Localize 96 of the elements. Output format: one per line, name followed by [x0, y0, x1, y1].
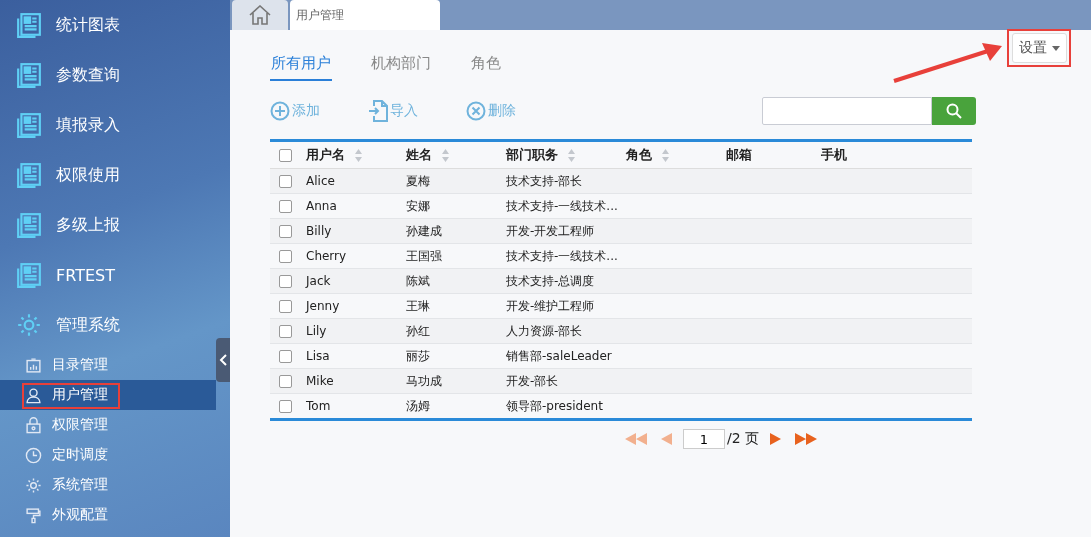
- table-row[interactable]: Mike 马功成 开发-部长: [270, 369, 972, 394]
- table-cell: 马功成: [406, 372, 442, 390]
- table-cell: 开发-部长: [506, 372, 559, 390]
- search-button[interactable]: [932, 97, 976, 125]
- table-cell: 孙红: [406, 322, 430, 340]
- home-tab[interactable]: [232, 0, 288, 30]
- column-header[interactable]: 手机: [815, 146, 972, 164]
- table-cell: 技术支持-一线技术...: [506, 197, 618, 215]
- menu-item[interactable]: FRTEST: [0, 250, 230, 300]
- table-cell: 夏梅: [406, 172, 430, 190]
- page-tab[interactable]: 用户管理: [290, 0, 440, 30]
- chevron-left-icon: [219, 354, 227, 366]
- page-number-field[interactable]: 1: [682, 429, 725, 449]
- row-checkbox[interactable]: [278, 349, 292, 363]
- table-cell: Lily: [306, 324, 327, 338]
- select-all-checkbox[interactable]: [278, 148, 292, 162]
- tab[interactable]: 所有用户: [270, 54, 332, 81]
- column-header[interactable]: 邮箱: [720, 146, 815, 164]
- add-icon: [270, 101, 290, 121]
- table-cell: 孙建成: [406, 222, 442, 240]
- column-header[interactable]: 姓名: [400, 146, 500, 164]
- menu-item[interactable]: 填报录入: [0, 100, 230, 150]
- collapse-button[interactable]: [216, 338, 230, 382]
- sort-icon[interactable]: [442, 148, 449, 162]
- row-checkbox[interactable]: [278, 249, 292, 263]
- table-cell: Cherry: [306, 249, 347, 263]
- table-row[interactable]: Jack 陈斌 技术支持-总调度: [270, 269, 972, 294]
- import-icon: [368, 100, 388, 122]
- sort-icon[interactable]: [355, 148, 362, 162]
- table-cell: 陈斌: [406, 272, 430, 290]
- table-cell: Mike: [306, 374, 334, 388]
- menu-item[interactable]: 参数查询: [0, 50, 230, 100]
- submenu-item[interactable]: 外观配置: [0, 500, 216, 530]
- table-cell: 人力资源-部长: [506, 322, 583, 340]
- paint-roller-icon: [25, 506, 42, 524]
- table-cell: 汤姆: [406, 397, 430, 415]
- row-checkbox[interactable]: [278, 324, 292, 338]
- user-icon: [25, 386, 42, 404]
- row-checkbox[interactable]: [278, 199, 292, 213]
- settings-icon: [16, 312, 42, 338]
- table-cell: 王琳: [406, 297, 430, 315]
- lock-icon: [25, 416, 42, 434]
- table-cell: 销售部-saleLeader: [506, 347, 612, 365]
- row-checkbox[interactable]: [278, 274, 292, 288]
- document-icon: [16, 212, 42, 238]
- table-cell: 开发-维护工程师: [506, 297, 595, 315]
- search-field[interactable]: [762, 97, 932, 125]
- table-row[interactable]: Lily 孙红 人力资源-部长: [270, 319, 972, 344]
- submenu-item[interactable]: 用户管理: [0, 380, 216, 410]
- table-cell: Tom: [306, 399, 331, 413]
- clock-icon: [25, 446, 42, 464]
- column-header[interactable]: 角色: [620, 146, 720, 164]
- row-checkbox[interactable]: [278, 399, 292, 413]
- menu-item[interactable]: 权限使用: [0, 150, 230, 200]
- tab[interactable]: 机构部门: [370, 54, 432, 81]
- table-cell: 开发-开发工程师: [506, 222, 595, 240]
- table-cell: Jack: [306, 274, 331, 288]
- chart-icon: [25, 356, 42, 374]
- table-cell: Jenny: [306, 299, 340, 313]
- table-cell: 技术支持-总调度: [506, 272, 595, 290]
- table-cell: 王国强: [406, 247, 442, 265]
- document-icon: [16, 262, 42, 288]
- document-icon: [16, 12, 42, 38]
- sort-icon[interactable]: [662, 148, 669, 162]
- column-header[interactable]: 用户名: [300, 146, 400, 164]
- caret-icon: [1052, 45, 1060, 51]
- home-icon: [249, 5, 271, 25]
- row-checkbox[interactable]: [278, 174, 292, 188]
- sort-icon[interactable]: [568, 148, 575, 162]
- table-cell: Alice: [306, 174, 335, 188]
- table-cell: 技术支持-一线技术...: [506, 247, 618, 265]
- table-cell: 丽莎: [406, 347, 430, 365]
- row-checkbox[interactable]: [278, 224, 292, 238]
- table-row[interactable]: Alice 夏梅 技术支持-部长: [270, 169, 972, 194]
- settings-dropdown[interactable]: 设置: [1012, 33, 1067, 63]
- table-cell: 安娜: [406, 197, 430, 215]
- row-checkbox[interactable]: [278, 299, 292, 313]
- document-icon: [16, 112, 42, 138]
- document-icon: [16, 162, 42, 188]
- menu-item[interactable]: 统计图表: [0, 0, 230, 50]
- table-cell: 领导部-president: [506, 397, 603, 415]
- table-row[interactable]: Billy 孙建成 开发-开发工程师: [270, 219, 972, 244]
- settings-icon: [25, 476, 42, 494]
- table-cell: Billy: [306, 224, 332, 238]
- table-row[interactable]: Tom 汤姆 领导部-president: [270, 394, 972, 418]
- row-checkbox[interactable]: [278, 374, 292, 388]
- table-cell: 技术支持-部长: [506, 172, 583, 190]
- menu-item[interactable]: 多级上报: [0, 200, 230, 250]
- delete-icon: [466, 101, 486, 121]
- menu-item[interactable]: 管理系统: [0, 300, 230, 350]
- document-icon: [16, 62, 42, 88]
- table-cell: Lisa: [306, 349, 330, 363]
- table-cell: Anna: [306, 199, 337, 213]
- page-total: /2 页: [726, 430, 760, 448]
- search-icon: [946, 103, 962, 119]
- column-header[interactable]: 部门职务: [500, 146, 620, 164]
